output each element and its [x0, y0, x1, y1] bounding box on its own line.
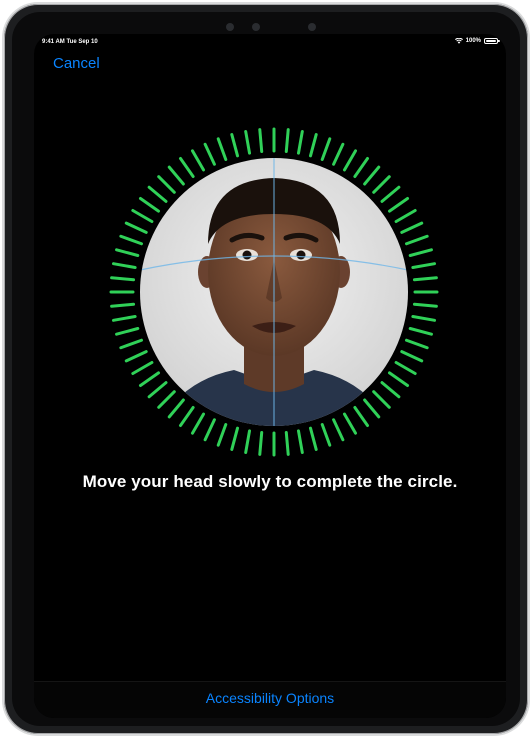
accessibility-options-button[interactable]: Accessibility Options — [34, 690, 506, 706]
progress-tick — [110, 302, 136, 308]
progress-tick — [131, 209, 154, 223]
progress-tick — [388, 371, 410, 387]
progress-tick — [372, 175, 391, 194]
progress-tick — [191, 149, 205, 172]
battery-icon — [484, 38, 500, 44]
progress-tick — [363, 165, 381, 186]
bottom-bar: Accessibility Options — [34, 681, 506, 718]
progress-tick — [179, 406, 195, 428]
progress-tick — [320, 137, 332, 162]
face-scan-graphic — [109, 127, 439, 457]
progress-tick — [115, 248, 140, 258]
progress-tick — [138, 371, 160, 387]
progress-tick — [404, 338, 429, 350]
progress-tick — [131, 361, 154, 375]
progress-tick — [258, 128, 264, 154]
progress-tick — [258, 430, 264, 456]
status-indicators: 100% — [454, 38, 500, 44]
progress-tick — [353, 156, 369, 178]
progress-tick — [332, 142, 345, 166]
progress-tick — [167, 398, 185, 419]
progress-tick — [411, 262, 437, 270]
progress-tick — [353, 406, 369, 428]
progress-tick — [244, 129, 252, 155]
progress-tick — [167, 165, 185, 186]
cancel-button[interactable]: Cancel — [53, 55, 100, 72]
progress-tick — [119, 338, 144, 350]
status-time-date: 9:41 AM Tue Sep 10 — [42, 39, 98, 45]
status-bar: 9:41 AM Tue Sep 10 100% — [34, 34, 506, 50]
progress-tick — [296, 129, 304, 155]
progress-tick — [372, 390, 391, 409]
progress-tick — [343, 149, 357, 172]
progress-tick — [124, 350, 148, 363]
progress-tick — [111, 262, 137, 270]
sensor-dot — [252, 23, 260, 31]
progress-tick — [111, 314, 137, 322]
progress-tick — [203, 142, 216, 166]
progress-tick — [179, 156, 195, 178]
camera-preview — [140, 158, 408, 426]
progress-tick — [380, 381, 401, 399]
progress-tick — [115, 326, 140, 336]
progress-tick — [412, 302, 438, 308]
progress-tick — [394, 209, 417, 223]
progress-tick — [191, 412, 205, 435]
progress-tick — [400, 221, 424, 234]
progress-tick — [119, 234, 144, 246]
progress-tick — [216, 422, 228, 447]
progress-tick — [308, 133, 318, 158]
progress-tick — [388, 197, 410, 213]
instruction-text: Move your head slowly to complete the ci… — [82, 472, 458, 491]
ipad-frame: 9:41 AM Tue Sep 10 100% Cancel Move your… — [4, 4, 528, 734]
progress-tick — [394, 361, 417, 375]
progress-tick — [124, 221, 148, 234]
progress-tick — [284, 430, 290, 456]
progress-tick — [216, 137, 228, 162]
progress-tick — [363, 398, 381, 419]
progress-tick — [284, 128, 290, 154]
progress-tick — [296, 429, 304, 455]
progress-tick — [408, 326, 433, 336]
progress-tick — [400, 350, 424, 363]
progress-tick — [408, 248, 433, 258]
progress-tick — [147, 185, 168, 203]
progress-tick — [157, 390, 176, 409]
progress-tick — [203, 418, 216, 442]
progress-tick — [411, 314, 437, 322]
progress-tick — [230, 133, 240, 158]
progress-tick — [157, 175, 176, 194]
battery-percentage: 100% — [465, 38, 481, 44]
progress-tick — [343, 412, 357, 435]
progress-tick — [308, 426, 318, 451]
progress-tick — [138, 197, 160, 213]
camera-dot — [226, 23, 234, 31]
proximity-dot — [308, 23, 316, 31]
progress-tick — [244, 429, 252, 455]
progress-tick — [380, 185, 401, 203]
progress-tick — [320, 422, 332, 447]
progress-tick — [404, 234, 429, 246]
face-scan-area — [104, 122, 444, 462]
screen: 9:41 AM Tue Sep 10 100% Cancel Move your… — [34, 34, 506, 718]
progress-tick — [412, 276, 438, 282]
progress-tick — [230, 426, 240, 451]
progress-tick — [332, 418, 345, 442]
wifi-icon — [454, 38, 463, 44]
progress-tick — [147, 381, 168, 399]
progress-tick — [110, 276, 136, 282]
